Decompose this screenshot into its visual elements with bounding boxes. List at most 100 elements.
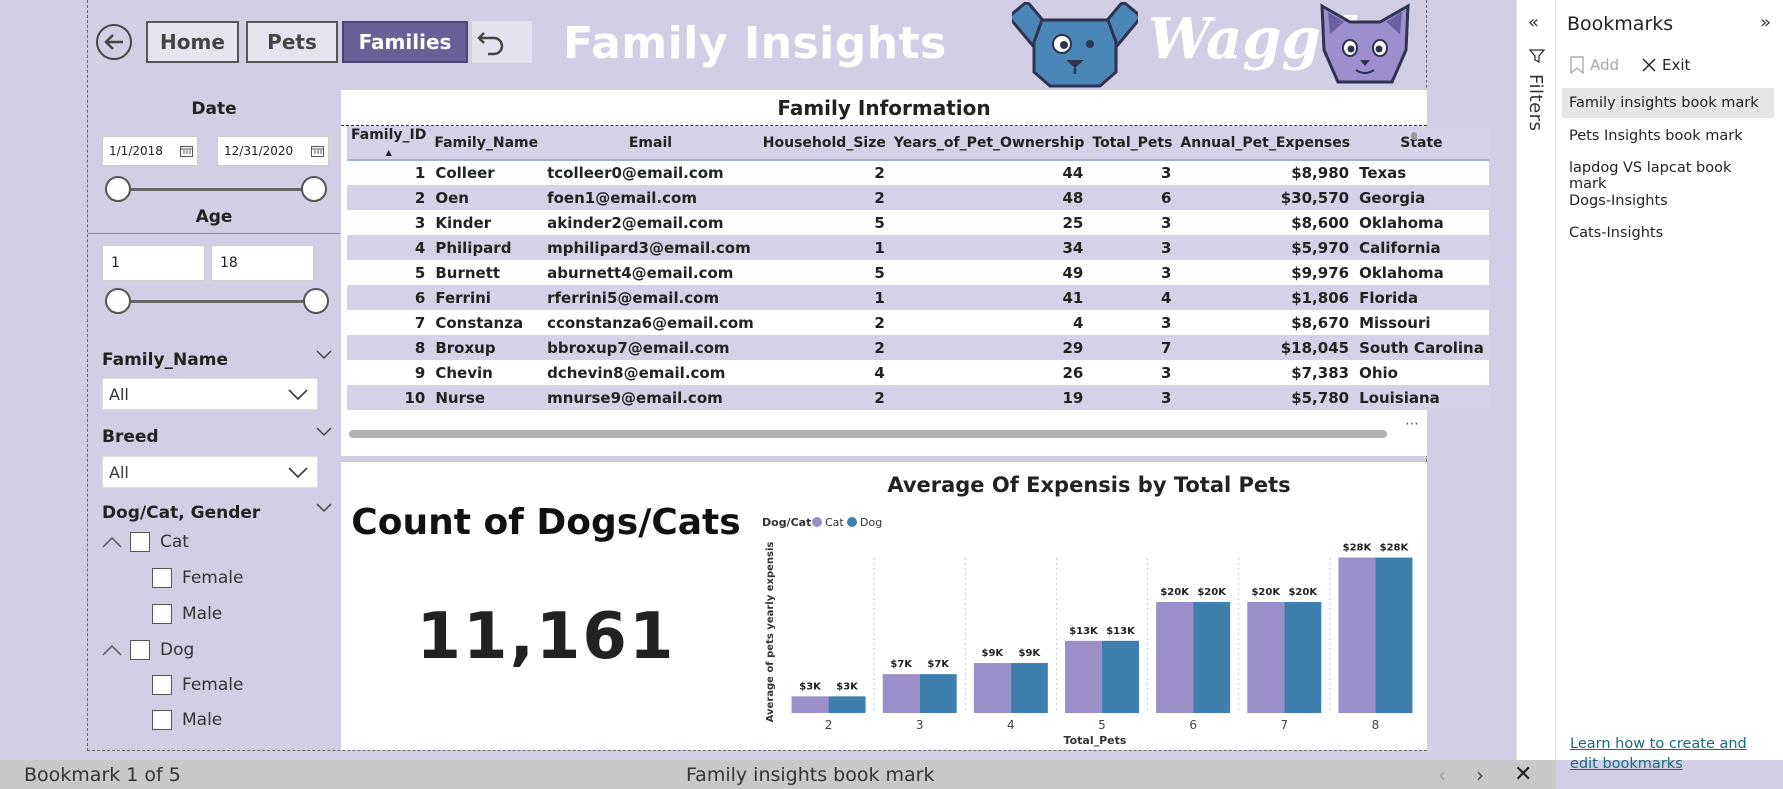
family-information-table: Family Information Family_ID ▲ Family_Nam…	[341, 90, 1489, 456]
breed-dropdown[interactable]: All	[102, 456, 318, 488]
table-cell: Ferrini	[430, 285, 543, 310]
table-cell: Kinder	[430, 210, 543, 235]
bookmark-item[interactable]: Family insights book mark	[1562, 88, 1774, 118]
table-cell: 48	[889, 185, 1089, 210]
x-tick-label: 2	[825, 718, 833, 732]
table-cell: mnurse9@email.com	[542, 385, 759, 410]
column-header[interactable]: Email	[542, 126, 759, 161]
column-header[interactable]: Annual_Pet_Expenses	[1176, 126, 1355, 161]
table-cell: Philipard	[430, 235, 543, 260]
age-slider-min-handle[interactable]	[105, 288, 131, 314]
table-row[interactable]: 2 Oen foen1@email.com 2 48 6 $30,570 Georgia	[347, 185, 1489, 210]
tree-item-dog[interactable]: Dog	[102, 640, 194, 660]
chevron-down-icon[interactable]	[316, 348, 332, 364]
table-row[interactable]: 7 Constanza cconstanza6@email.com 2 4 3 $8,670…	[347, 310, 1489, 335]
age-min-input[interactable]: 1	[102, 245, 205, 281]
table-row[interactable]: 3 Kinder akinder2@email.com 5 25 3 $8,600 Oklah…	[347, 210, 1489, 235]
chevron-down-icon[interactable]	[316, 501, 332, 517]
nav-pets-button[interactable]: Pets	[246, 21, 338, 63]
chevron-right-icon[interactable]: ›	[1476, 763, 1484, 787]
column-header[interactable]: Total_Pets	[1088, 126, 1177, 161]
legend-label: Dog	[860, 516, 882, 529]
x-tick-label: 3	[916, 718, 924, 732]
add-bookmark-button[interactable]: Add	[1570, 56, 1619, 74]
age-slider-track[interactable]	[118, 300, 306, 303]
table-row[interactable]: 9 Chevin dchevin8@email.com 4 26 3 $7,383 Ohio	[347, 360, 1489, 385]
table-cell: South Carolina	[1354, 335, 1489, 360]
checkbox[interactable]	[152, 710, 172, 730]
table-cell: Oklahoma	[1354, 210, 1489, 235]
filters-label[interactable]: Filters	[1525, 74, 1546, 131]
tree-item-dog-female[interactable]: Female	[152, 675, 243, 695]
table-row[interactable]: 4 Philipard mphilipard3@email.com 1 34 3 $5,97…	[347, 235, 1489, 260]
table-cell: 25	[889, 210, 1089, 235]
tree-item-cat[interactable]: Cat	[102, 532, 189, 552]
checkbox[interactable]	[130, 532, 150, 552]
x-tick-label: 8	[1372, 718, 1380, 732]
close-icon[interactable]: ✕	[1514, 762, 1532, 787]
date-end-input[interactable]: 12/31/2020	[217, 136, 329, 166]
checkbox[interactable]	[152, 568, 172, 588]
chevron-down-icon[interactable]	[316, 425, 332, 441]
x-tick-label: 6	[1189, 718, 1197, 732]
table-cell: 19	[889, 385, 1089, 410]
date-start-input[interactable]: 1/1/2018	[102, 136, 198, 166]
nav-families-button[interactable]: Families	[342, 21, 468, 63]
table-cell: 5	[758, 260, 890, 285]
age-slider-max-handle[interactable]	[303, 288, 329, 314]
table-cell: $5,780	[1176, 385, 1355, 410]
table-cell: 1	[347, 160, 431, 185]
column-header[interactable]: State	[1354, 126, 1489, 161]
exit-bookmark-button[interactable]: Exit	[1642, 56, 1690, 74]
chevron-left-icon[interactable]: ‹	[1438, 763, 1446, 787]
table-cell: $9,976	[1176, 260, 1355, 285]
age-max-input[interactable]: 18	[211, 245, 314, 281]
date-start-value: 1/1/2018	[109, 144, 163, 158]
chevron-up-icon[interactable]	[102, 644, 122, 656]
table-row[interactable]: 10 Nurse mnurse9@email.com 2 19 3 $5,780 Louisi…	[347, 385, 1489, 410]
table-row[interactable]: 5 Burnett aburnett4@email.com 5 49 3 $9,976 Okl…	[347, 260, 1489, 285]
table-cell: 3	[347, 210, 431, 235]
checkbox[interactable]	[152, 675, 172, 695]
bookmark-count: Bookmark 1 of 5	[24, 764, 181, 786]
double-chevron-right-icon[interactable]: »	[1760, 12, 1771, 33]
learn-bookmarks-link[interactable]: Learn how to create and edit bookmarks	[1570, 734, 1770, 774]
back-button[interactable]	[96, 24, 132, 60]
bookmark-item[interactable]: Cats-Insights	[1562, 218, 1774, 248]
vertical-scrollbar[interactable]	[1411, 132, 1417, 140]
table-cell: Louisiana	[1354, 385, 1489, 410]
double-chevron-left-icon[interactable]: «	[1528, 12, 1539, 33]
more-options-icon[interactable]: ⋯	[1405, 416, 1419, 432]
nav-home-button[interactable]: Home	[146, 21, 239, 63]
table-row[interactable]: 1 Colleer tcolleer0@email.com 2 44 3 $8,980 Tex…	[347, 160, 1489, 185]
column-header[interactable]: Family_Name	[430, 126, 543, 161]
undo-button[interactable]	[472, 21, 532, 63]
date-slider-start-handle[interactable]	[105, 176, 131, 202]
column-header[interactable]: Household_Size	[758, 126, 890, 161]
tree-item-cat-male[interactable]: Male	[152, 604, 222, 624]
table-cell: 4	[1088, 285, 1177, 310]
bookmark-item[interactable]: Pets Insights book mark	[1562, 121, 1774, 151]
table-row[interactable]: 6 Ferrini rferrini5@email.com 1 41 4 $1,806 Flo…	[347, 285, 1489, 310]
table-row[interactable]: 8 Broxup bbroxup7@email.com 2 29 7 $18,045 Sout…	[347, 335, 1489, 360]
date-slider-end-handle[interactable]	[301, 176, 327, 202]
chevron-up-icon[interactable]	[102, 536, 122, 548]
bookmark-item[interactable]: lapdog VS lapcat book mark	[1562, 153, 1774, 192]
tree-item-dog-male[interactable]: Male	[152, 710, 222, 730]
data-label: $3K	[799, 681, 822, 692]
horizontal-scrollbar[interactable]	[349, 430, 1387, 438]
table-cell: 4	[347, 235, 431, 260]
table-cell: Missouri	[1354, 310, 1489, 335]
column-header[interactable]: Family_ID ▲	[347, 126, 431, 161]
table-cell: aburnett4@email.com	[542, 260, 759, 285]
bookmark-item[interactable]: Dogs-Insights	[1562, 186, 1774, 216]
checkbox[interactable]	[130, 640, 150, 660]
date-slider-track[interactable]	[118, 188, 306, 191]
tree-item-cat-female[interactable]: Female	[152, 568, 243, 588]
bookmarks-pane: Bookmarks » Add Exit Family insights boo…	[1556, 0, 1783, 772]
family-name-dropdown[interactable]: All	[102, 378, 318, 410]
column-header[interactable]: Years_of_Pet_Ownership	[889, 126, 1089, 161]
checkbox[interactable]	[152, 604, 172, 624]
table-cell: 3	[1088, 260, 1177, 285]
filter-icon[interactable]	[1529, 48, 1545, 64]
